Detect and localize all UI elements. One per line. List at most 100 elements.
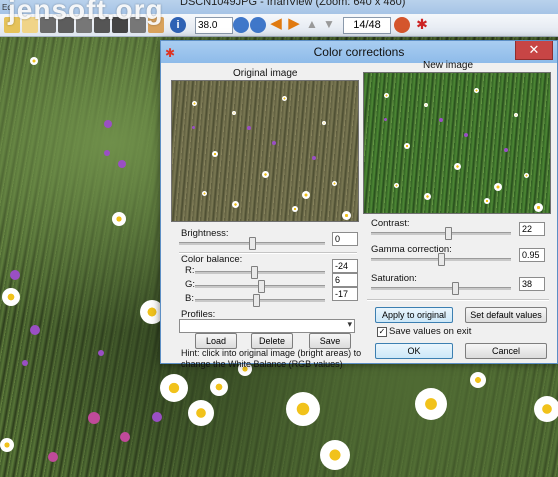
preview-flower xyxy=(464,133,468,137)
exit-icon[interactable]: ✱ xyxy=(414,17,430,33)
flower xyxy=(415,388,447,420)
flower xyxy=(88,412,100,424)
preview-flower xyxy=(384,118,387,121)
r-label: R: xyxy=(185,265,195,276)
dialog-title: Color corrections xyxy=(313,45,405,59)
preview-flower xyxy=(454,163,461,170)
b-label: B: xyxy=(185,293,194,304)
ok-button[interactable]: OK xyxy=(375,343,453,359)
flower xyxy=(10,270,20,280)
r-track[interactable] xyxy=(195,271,325,274)
preview-flower xyxy=(292,206,298,212)
divider xyxy=(367,299,549,301)
g-value[interactable]: 6 xyxy=(332,273,358,287)
flower xyxy=(320,440,350,470)
g-label: G: xyxy=(185,279,196,290)
flower xyxy=(2,288,20,306)
preview-flower xyxy=(192,101,197,106)
next-icon[interactable]: ▶ xyxy=(286,16,302,33)
brightness-thumb[interactable] xyxy=(249,237,256,250)
watermark-logo: jensoft.org xyxy=(8,0,164,25)
chevron-down-icon: ▾ xyxy=(347,319,352,329)
preview-flower xyxy=(212,151,218,157)
flower xyxy=(0,438,14,452)
preview-flower xyxy=(524,173,529,178)
window-title: DSCN1049JPG - IrfanView (Zoom: 640 x 480… xyxy=(180,0,406,8)
flower xyxy=(286,392,320,426)
preview-flower xyxy=(232,111,236,115)
preview-flower xyxy=(282,96,287,101)
original-image-label: Original image xyxy=(233,68,298,79)
b-value[interactable]: -17 xyxy=(332,287,358,301)
saturation-value[interactable]: 38 xyxy=(519,277,545,291)
first-icon[interactable]: ▲ xyxy=(304,17,320,33)
page-counter: 14/48 xyxy=(343,17,391,34)
preview-flower xyxy=(404,143,410,149)
b-thumb[interactable] xyxy=(253,294,261,307)
contrast-track[interactable] xyxy=(371,232,511,235)
g-thumb[interactable] xyxy=(258,280,266,293)
preview-flower xyxy=(514,113,518,117)
saturation-label: Saturation: xyxy=(371,273,417,284)
flower xyxy=(118,160,126,168)
preview-flower xyxy=(424,103,428,107)
set-default-values-button[interactable]: Set default values xyxy=(465,307,547,323)
zoom-out-icon[interactable] xyxy=(250,17,266,33)
apply-to-original-button[interactable]: Apply to original xyxy=(375,307,453,323)
saturation-thumb[interactable] xyxy=(452,282,459,295)
flower xyxy=(30,325,40,335)
profiles-select[interactable]: ▾ xyxy=(179,319,355,333)
contrast-thumb[interactable] xyxy=(445,227,452,240)
delete-button[interactable]: Delete xyxy=(251,333,293,349)
r-thumb[interactable] xyxy=(250,266,258,279)
preview-flower xyxy=(342,211,351,220)
flower xyxy=(210,378,228,396)
cancel-button[interactable]: Cancel xyxy=(465,343,547,359)
flower xyxy=(188,400,214,426)
preview-flower xyxy=(474,88,479,93)
preview-flower xyxy=(384,93,389,98)
flower xyxy=(120,432,130,442)
zoom-in-icon[interactable] xyxy=(233,17,249,33)
contrast-value[interactable]: 22 xyxy=(519,222,545,236)
last-icon[interactable]: ▼ xyxy=(321,17,337,33)
zoom-select[interactable]: 38.0 xyxy=(195,17,233,34)
preview-flower xyxy=(302,191,310,199)
flower xyxy=(98,350,104,356)
flower xyxy=(534,396,558,422)
save-button[interactable]: Save xyxy=(309,333,351,349)
save-on-exit-label: Save values on exit xyxy=(389,326,472,337)
r-value[interactable]: -24 xyxy=(332,259,358,273)
new-image-preview xyxy=(363,72,551,214)
preview-flower xyxy=(322,121,326,125)
preview-flower xyxy=(494,183,502,191)
original-image-preview[interactable] xyxy=(171,80,359,222)
saturation-track[interactable] xyxy=(371,287,511,290)
flower xyxy=(112,212,126,226)
preview-flower xyxy=(424,193,431,200)
save-on-exit-checkbox[interactable]: ✓ xyxy=(377,327,387,337)
close-button[interactable]: ✕ xyxy=(515,41,553,60)
flower xyxy=(22,360,28,366)
preview-flower xyxy=(484,198,490,204)
color-balance-label: Color balance: xyxy=(181,254,243,265)
contrast-label: Contrast: xyxy=(371,218,410,229)
preview-flower xyxy=(312,156,316,160)
flower xyxy=(104,120,112,128)
info-icon[interactable]: i xyxy=(170,17,186,33)
load-button[interactable]: Load xyxy=(195,333,237,349)
options-icon[interactable] xyxy=(394,17,410,33)
preview-flower xyxy=(439,118,443,122)
gamma-thumb[interactable] xyxy=(438,253,445,266)
brightness-value[interactable]: 0 xyxy=(332,232,358,246)
flower xyxy=(152,412,162,422)
new-image-label: New image xyxy=(423,60,474,71)
gamma-value[interactable]: 0.95 xyxy=(519,248,545,262)
prev-icon[interactable]: ◀ xyxy=(268,16,284,33)
hint-text: Hint: click into original image (bright … xyxy=(181,348,362,369)
preview-flower xyxy=(192,126,195,129)
preview-flower xyxy=(332,181,337,186)
preview-flower xyxy=(262,171,269,178)
preview-flower xyxy=(504,148,508,152)
preview-flower xyxy=(232,201,239,208)
